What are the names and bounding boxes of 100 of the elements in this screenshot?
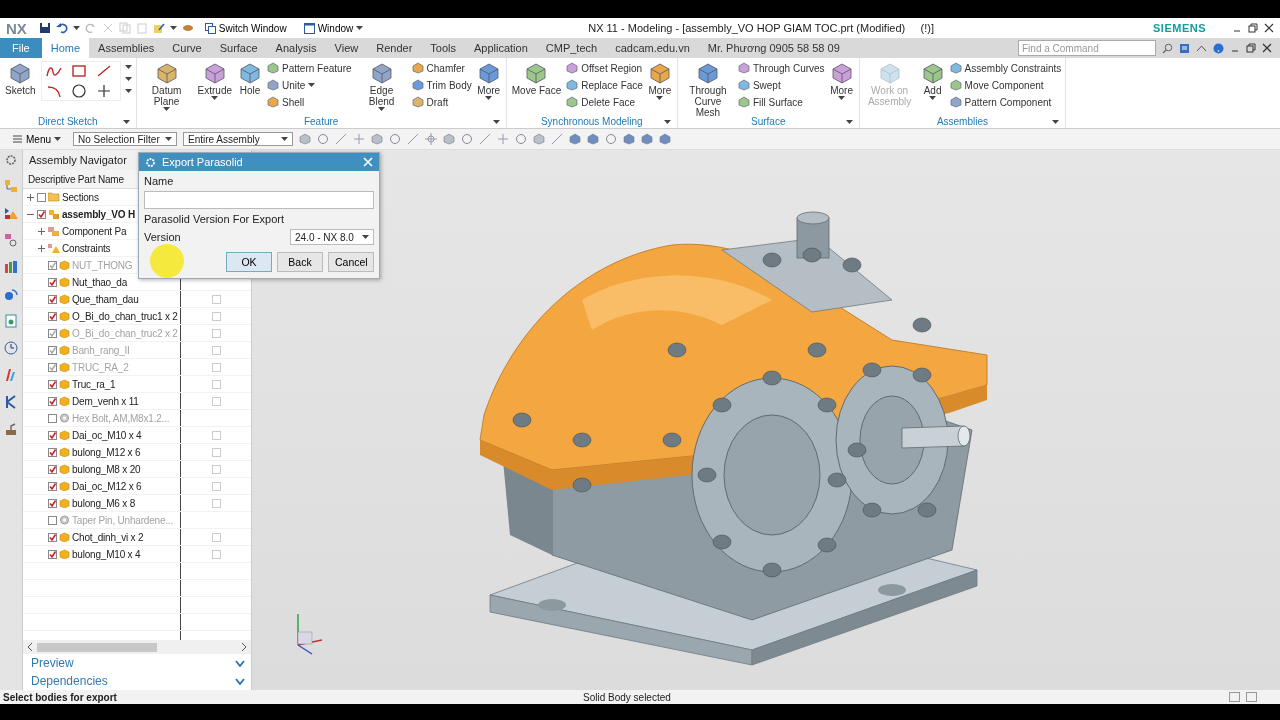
- ribbon-tab[interactable]: Mr. Phương 0905 58 58 09: [698, 38, 849, 58]
- checkbox[interactable]: [211, 294, 221, 304]
- scrollbar-thumb[interactable]: [37, 642, 157, 652]
- cube-icon[interactable]: [641, 133, 653, 145]
- cube-icon[interactable]: [299, 133, 311, 145]
- ribbon-button[interactable]: More: [646, 61, 673, 100]
- plus-icon[interactable]: [95, 84, 112, 98]
- tree-item[interactable]: Sections: [62, 191, 99, 203]
- k-letter-icon[interactable]: [4, 395, 18, 409]
- checkbox[interactable]: [211, 430, 221, 440]
- ribbon-button[interactable]: Datum Plane: [140, 61, 193, 111]
- checkbox[interactable]: [211, 362, 221, 372]
- color-bars-icon[interactable]: [4, 368, 18, 382]
- menu-button[interactable]: Menu: [6, 132, 67, 146]
- cube-icon[interactable]: [587, 133, 599, 145]
- plus-icon[interactable]: [353, 133, 365, 145]
- tree-item[interactable]: Que_tham_dau: [72, 293, 139, 305]
- tree-item[interactable]: bulong_M12 x 6: [72, 446, 141, 458]
- ribbon-button[interactable]: Sketch: [4, 61, 37, 96]
- expand-icon[interactable]: [26, 192, 35, 202]
- scope-dropdown[interactable]: Entire Assembly: [183, 132, 293, 146]
- ribbon-tab[interactable]: Application: [465, 38, 537, 58]
- tree-item[interactable]: Constraints: [62, 242, 111, 254]
- ribbon-button[interactable]: Assembly Constraints: [949, 61, 1062, 75]
- cube-icon[interactable]: [443, 133, 455, 145]
- tree-item[interactable]: Dai_oc_M12 x 6: [72, 480, 142, 492]
- line-icon[interactable]: [407, 133, 419, 145]
- tree-item[interactable]: Chot_dinh_vi x 2: [72, 531, 144, 543]
- pencil-icon[interactable]: [152, 22, 165, 34]
- cube-icon[interactable]: [623, 133, 635, 145]
- cube-icon[interactable]: [659, 133, 671, 145]
- tree-item[interactable]: assembly_VO H: [62, 208, 135, 220]
- ribbon-tab[interactable]: cadcam.edu.vn: [606, 38, 699, 58]
- tree-item[interactable]: Dem_venh x 11: [72, 395, 139, 407]
- tree-item[interactable]: Dai_oc_M10 x 4: [72, 429, 142, 441]
- checkbox[interactable]: [48, 413, 57, 423]
- cube-icon[interactable]: [371, 133, 383, 145]
- bar-chart-icon[interactable]: [4, 260, 18, 274]
- checkbox[interactable]: [211, 447, 221, 457]
- checkbox[interactable]: [37, 209, 46, 219]
- ribbon-button[interactable]: Shell: [267, 95, 352, 109]
- circle-icon[interactable]: [70, 84, 87, 98]
- dialog-button[interactable]: Back: [277, 252, 323, 272]
- checkbox[interactable]: [211, 532, 221, 542]
- checkbox[interactable]: [211, 464, 221, 474]
- ribbon-button[interactable]: Delete Face: [566, 95, 643, 109]
- search-icon[interactable]: [1162, 42, 1173, 54]
- dialog-button[interactable]: OK: [226, 252, 272, 272]
- settings-icon[interactable]: [5, 154, 17, 166]
- ribbon-button[interactable]: Edge Blend: [355, 61, 408, 111]
- expand-icon[interactable]: [37, 226, 46, 236]
- checkbox[interactable]: [48, 328, 57, 338]
- line-icon[interactable]: [335, 133, 347, 145]
- checkbox[interactable]: [211, 379, 221, 389]
- clock-icon[interactable]: [4, 341, 18, 355]
- window-menu[interactable]: Window: [297, 21, 370, 35]
- file-menu-tab[interactable]: File: [0, 38, 42, 58]
- ribbon-tab[interactable]: Curve: [163, 38, 211, 58]
- tree-item[interactable]: bulong_M6 x 8: [72, 497, 135, 509]
- ribbon-button[interactable]: Add: [919, 61, 946, 100]
- checkbox[interactable]: [48, 532, 57, 542]
- ribbon-button[interactable]: Chamfer: [411, 61, 472, 75]
- checkbox[interactable]: [48, 260, 57, 270]
- checkbox[interactable]: [37, 192, 46, 202]
- restore-icon[interactable]: [1248, 23, 1258, 33]
- version-dropdown[interactable]: 24.0 - NX 8.0: [290, 229, 374, 245]
- grid-icon[interactable]: [1229, 692, 1240, 702]
- checkbox[interactable]: [48, 430, 57, 440]
- checkbox[interactable]: [48, 294, 57, 304]
- ribbon-tab[interactable]: CMP_tech: [536, 38, 607, 58]
- ribbon-button[interactable]: Offset Region: [566, 61, 643, 75]
- save-icon[interactable]: [38, 22, 51, 34]
- arc-icon[interactable]: [45, 84, 62, 98]
- switch-window-button[interactable]: Switch Window: [198, 21, 293, 35]
- checkbox[interactable]: [211, 396, 221, 406]
- cube-icon[interactable]: [569, 133, 581, 145]
- checkbox[interactable]: [211, 328, 221, 338]
- ribbon-button[interactable]: Replace Face: [566, 78, 643, 92]
- line-icon[interactable]: [479, 133, 491, 145]
- checkbox[interactable]: [48, 515, 57, 525]
- ribbon-button[interactable]: More: [475, 61, 502, 100]
- checkbox[interactable]: [48, 481, 57, 491]
- ribbon-button[interactable]: Hole: [237, 61, 264, 96]
- restore-icon[interactable]: [1246, 43, 1256, 53]
- ribbon-button[interactable]: Swept: [737, 78, 825, 92]
- ribbon-button[interactable]: Draft: [411, 95, 472, 109]
- ribbon-tab[interactable]: Tools: [421, 38, 465, 58]
- tree-item[interactable]: bulong_M8 x 20: [72, 463, 141, 475]
- ribbon-tab[interactable]: View: [325, 38, 368, 58]
- tree-item[interactable]: Truc_ra_1: [72, 378, 116, 390]
- checkbox[interactable]: [48, 549, 57, 559]
- document-icon[interactable]: [4, 314, 18, 328]
- ribbon-button[interactable]: Move Component: [949, 78, 1062, 92]
- checkbox[interactable]: [48, 447, 57, 457]
- ribbon-button[interactable]: Trim Body: [411, 78, 472, 92]
- scroll-right-icon[interactable]: [241, 643, 247, 651]
- rectangle-icon[interactable]: [70, 64, 87, 78]
- expand-icon[interactable]: [37, 243, 46, 253]
- redo-icon[interactable]: [84, 22, 97, 34]
- crosshair-icon[interactable]: [425, 133, 437, 145]
